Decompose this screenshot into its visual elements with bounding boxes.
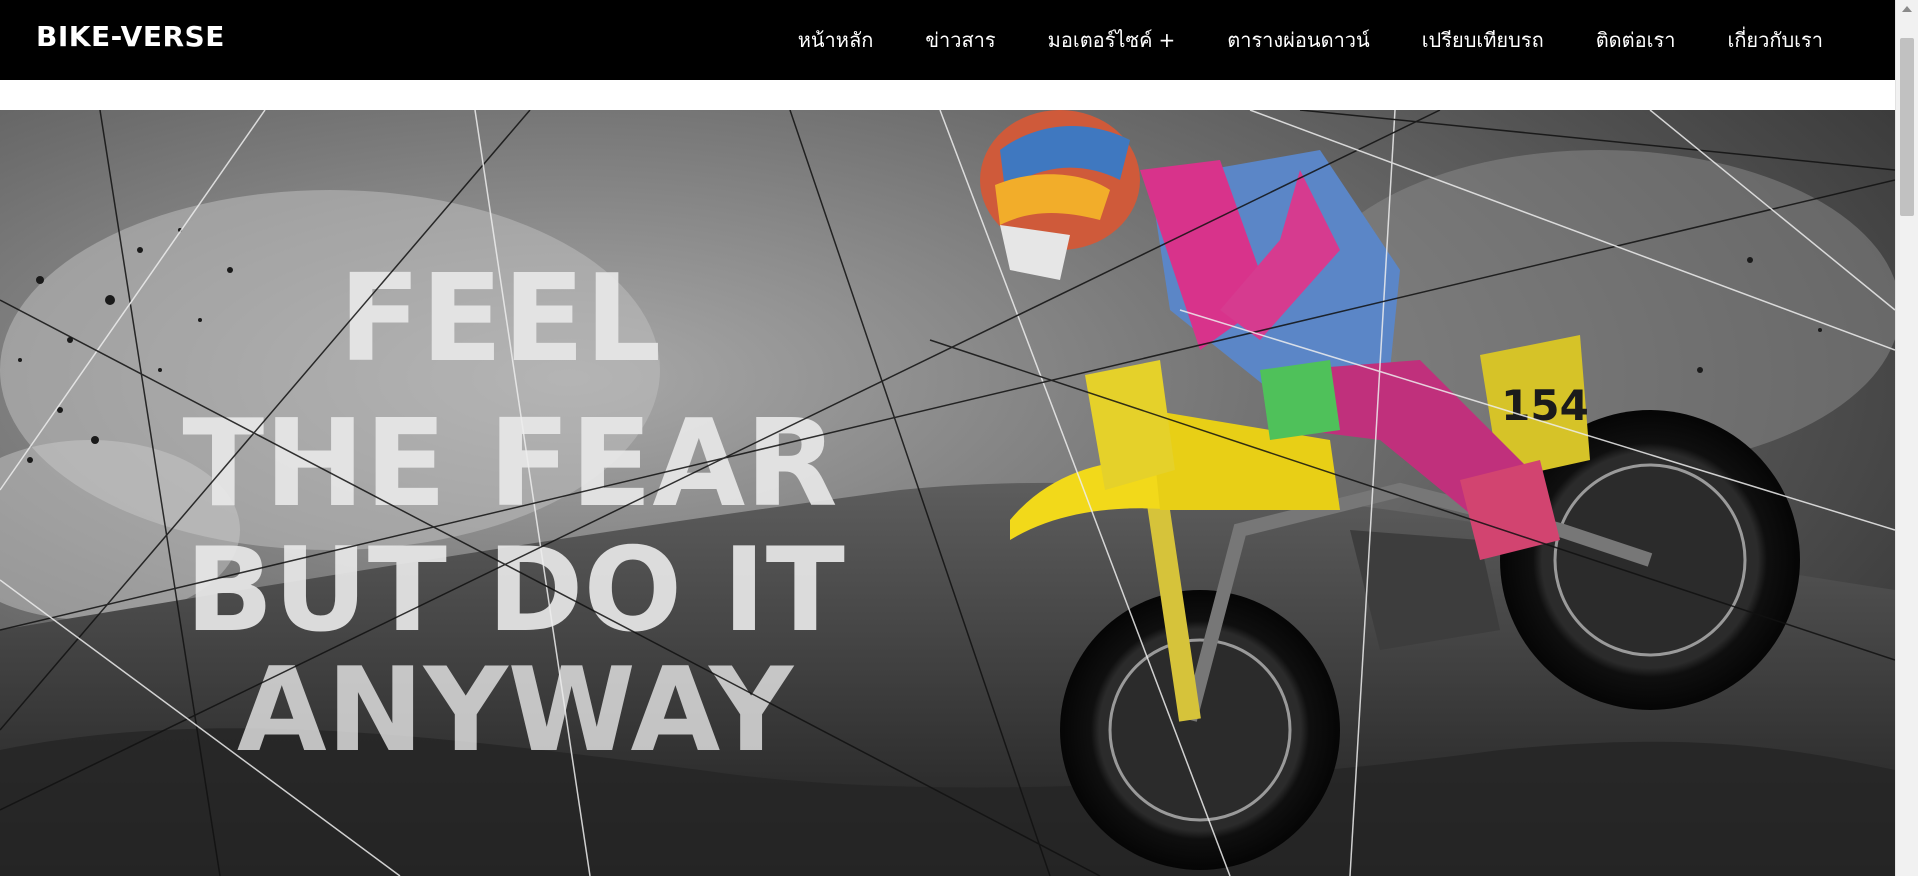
nav-item-label: ข่าวสาร	[925, 28, 996, 52]
nav-item-label: เกี่ยวกับเรา	[1727, 28, 1823, 52]
nav-item-label: เปรียบเทียบรถ	[1421, 28, 1544, 52]
nav-item-label: มอเตอร์ไซค์	[1047, 28, 1153, 52]
nav-item-label: ติดต่อเรา	[1595, 28, 1676, 52]
nav-item-label: ตารางผ่อนดาวน์	[1227, 28, 1370, 52]
site-logo[interactable]: BIKE-VERSE	[36, 20, 225, 53]
front-wheel	[1060, 590, 1340, 870]
nav-item-contact[interactable]: ติดต่อเรา	[1596, 24, 1676, 56]
nav-item-news[interactable]: ข่าวสาร	[925, 24, 995, 56]
scroll-up-icon[interactable]	[1902, 6, 1912, 12]
slogan-line-2: THE FEAR	[182, 395, 837, 534]
hero-image: FEEL THE FEAR BUT DO IT ANYWAY 154	[0, 110, 1895, 876]
top-navbar: BIKE-VERSE หน้าหลัก ข่าวสาร มอเตอร์ไซค์ +…	[0, 0, 1895, 80]
rider-pants-green	[1260, 360, 1340, 440]
scrollbar-thumb[interactable]	[1900, 38, 1914, 216]
nav-item-about[interactable]: เกี่ยวกับเรา	[1727, 24, 1823, 56]
nav-item-motorcycles[interactable]: มอเตอร์ไซค์ +	[1048, 24, 1176, 56]
page-scrollbar[interactable]	[1895, 0, 1918, 876]
slogan-line-3: BUT DO IT	[185, 523, 845, 658]
nav-item-compare[interactable]: เปรียบเทียบรถ	[1422, 24, 1544, 56]
main-nav: หน้าหลัก ข่าวสาร มอเตอร์ไซค์ + ตารางผ่อนด…	[798, 0, 1823, 80]
nav-item-installment-table[interactable]: ตารางผ่อนดาวน์	[1227, 24, 1369, 56]
slogan-line-4: ANYWAY	[237, 643, 795, 778]
hero-banner: FEEL THE FEAR BUT DO IT ANYWAY 154	[0, 110, 1895, 876]
nav-item-label: หน้าหลัก	[797, 28, 874, 52]
submenu-plus-icon: +	[1158, 28, 1176, 52]
slogan-line-1: FEEL	[339, 250, 661, 389]
nav-item-home[interactable]: หน้าหลัก	[798, 24, 874, 56]
